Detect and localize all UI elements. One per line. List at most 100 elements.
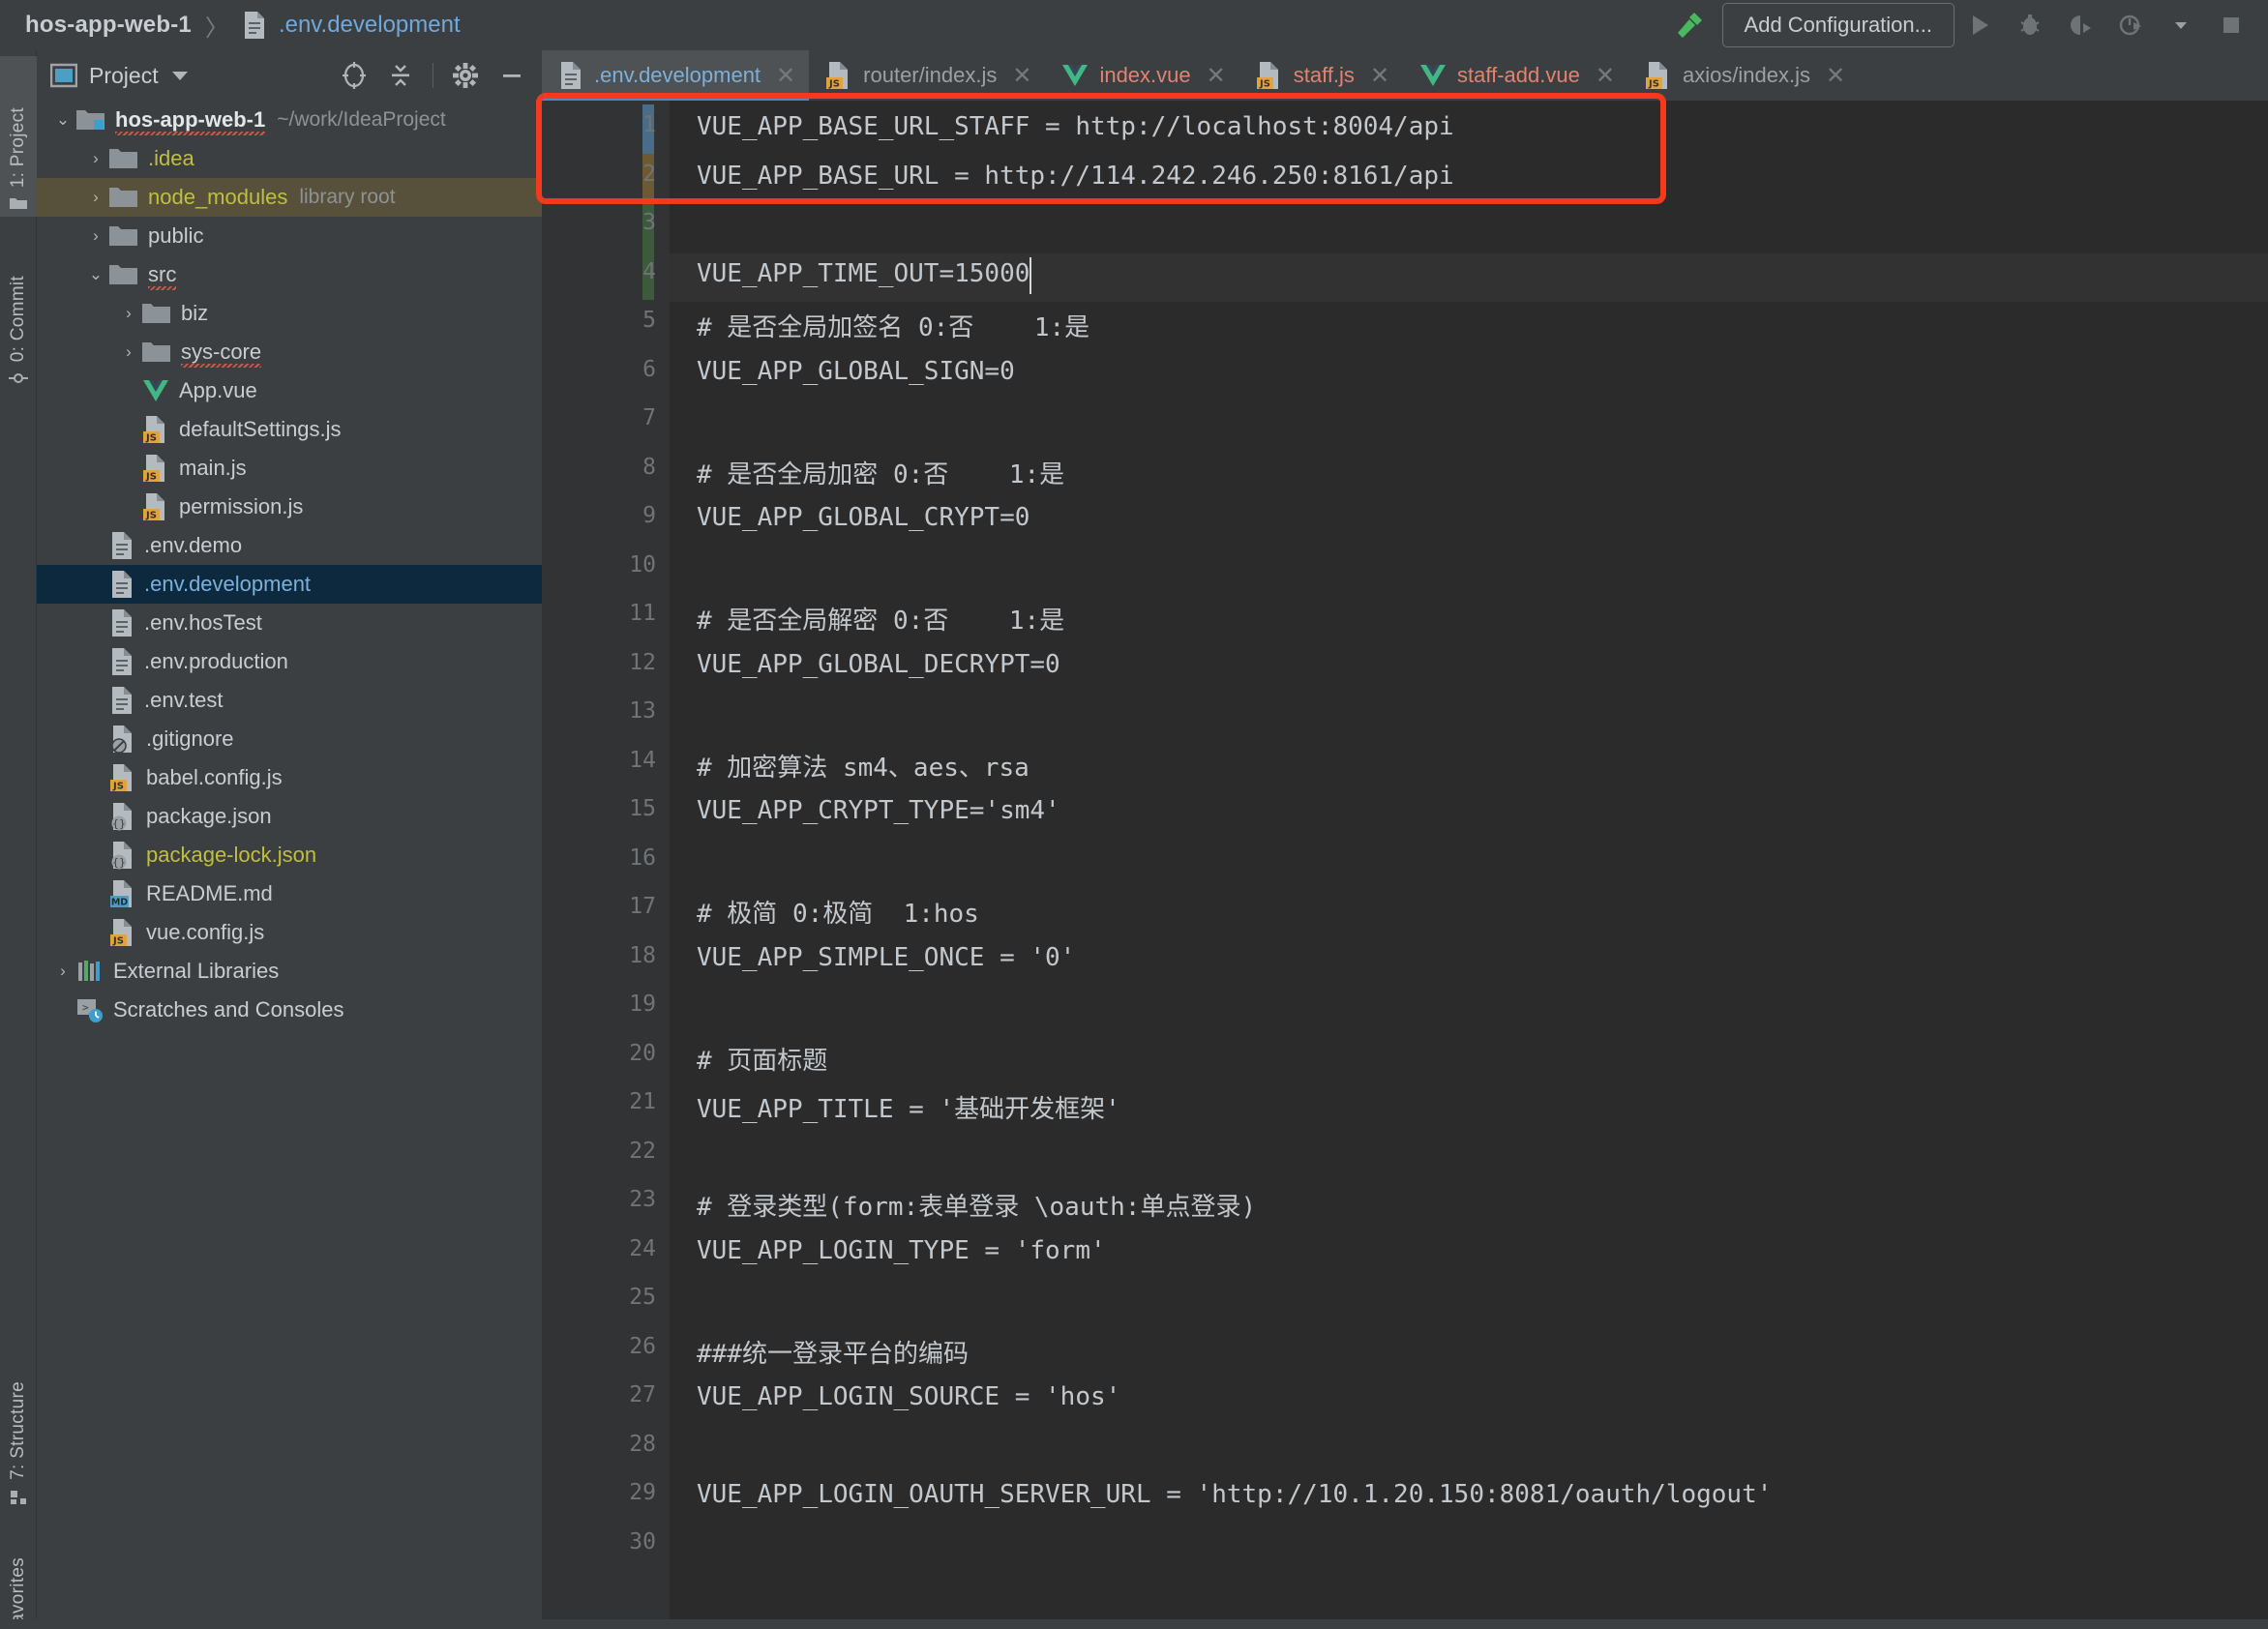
code-line: # 是否全局加签名 0:否 1:是	[697, 313, 1090, 342]
code-line: VUE_APP_SIMPLE_ONCE = '0'	[697, 942, 1076, 972]
debug-icon[interactable]	[2005, 3, 2055, 47]
collapse-all-icon[interactable]	[380, 55, 421, 96]
line-number: 25	[629, 1285, 656, 1310]
tab-index-vue[interactable]: index.vue ✕	[1045, 50, 1238, 101]
hide-icon[interactable]	[492, 55, 532, 96]
close-icon[interactable]: ✕	[1207, 62, 1226, 90]
tree-item-src[interactable]: ⌄ src	[37, 255, 542, 294]
close-icon[interactable]: ✕	[1596, 62, 1615, 90]
idea-window: hos-app-web-1 〉 .env.development Add Con…	[0, 0, 2268, 1629]
status-bar	[0, 1619, 2268, 1629]
line-number: 9	[642, 503, 656, 528]
sidebar-item-favorites[interactable]: 2: Favorites	[0, 1521, 37, 1629]
tree-item-env-production[interactable]: .env.production	[37, 642, 542, 681]
sidebar-item-commit[interactable]: 0: Commit	[0, 228, 37, 393]
tab-axios-index-js[interactable]: JS axios/index.js ✕	[1628, 50, 1859, 101]
line-number: 21	[629, 1089, 656, 1114]
line-number: 5	[642, 308, 656, 333]
run-icon[interactable]	[1955, 3, 2005, 47]
tab-label: .env.development	[594, 63, 761, 87]
tree-item-vue-config-js[interactable]: JS vue.config.js	[37, 913, 542, 952]
tree-item-env-development[interactable]: .env.development	[37, 565, 542, 604]
profiler-icon[interactable]	[2105, 3, 2156, 47]
file-icon	[108, 647, 135, 676]
tree-item-env-demo[interactable]: .env.demo	[37, 526, 542, 565]
tree-item-permission-js[interactable]: JS permission.js	[37, 488, 542, 526]
chevron-down-icon[interactable]	[2156, 3, 2206, 47]
chevron-right-icon[interactable]: ›	[83, 226, 108, 246]
vue-icon	[141, 377, 170, 404]
line-number: 18	[629, 942, 656, 968]
sidebar-item-favorites-label: 2: Favorites	[8, 1557, 28, 1629]
tree-item-main-js[interactable]: JS main.js	[37, 449, 542, 488]
close-icon[interactable]: ✕	[1012, 62, 1031, 90]
tree-item-node-modules[interactable]: › node_modules library root	[37, 178, 542, 217]
add-configuration-button[interactable]: Add Configuration...	[1721, 3, 1955, 47]
tree-item-label: .idea	[148, 146, 194, 170]
tree-item-babel-config-js[interactable]: JS babel.config.js	[37, 758, 542, 797]
breadcrumb-project[interactable]: hos-app-web-1	[25, 12, 192, 39]
stop-icon[interactable]	[2206, 3, 2256, 47]
chevron-right-icon[interactable]: ›	[116, 342, 141, 362]
tab-router-index-js[interactable]: JS router/index.js ✕	[809, 50, 1045, 101]
chevron-down-icon[interactable]: ⌄	[50, 110, 75, 130]
line-number: 26	[629, 1333, 656, 1359]
project-file-tree[interactable]: ⌄ hos-app-web-1 ~/work/IdeaProject › .idea › n…	[37, 101, 542, 1629]
code-text-area[interactable]: VUE_APP_BASE_URL_STAFF = http://localhos…	[670, 101, 2268, 1629]
editor-tab-bar[interactable]: .env.development ✕ JS router/index.js ✕ index…	[542, 50, 2268, 101]
tab-staff-js[interactable]: JS staff.js ✕	[1239, 50, 1403, 101]
code-editor[interactable]: 1 2 3 4 5 6 7 8 9 10 11 12 13 14 15 16 17 18 19 20 21 22 23 24 2…	[536, 93, 2268, 1629]
tree-item-gitignore[interactable]: .gitignore	[37, 720, 542, 758]
chevron-right-icon[interactable]: ›	[83, 149, 108, 168]
file-icon	[557, 61, 584, 90]
sidebar-item-structure[interactable]: 7: Structure	[0, 1329, 37, 1513]
hammer-icon[interactable]	[1670, 6, 1709, 44]
tree-item-env-hostest[interactable]: .env.hosTest	[37, 604, 542, 642]
breadcrumb-file[interactable]: .env.development	[279, 12, 461, 39]
close-icon[interactable]: ✕	[1370, 62, 1389, 90]
chevron-right-icon[interactable]: ›	[116, 304, 141, 323]
chevron-down-icon[interactable]: ⌄	[83, 265, 108, 284]
code-line: VUE_APP_BASE_URL = http://114.242.246.25…	[697, 161, 1454, 191]
tree-item-hos-app-web-1[interactable]: ⌄ hos-app-web-1 ~/work/IdeaProject	[37, 101, 542, 139]
code-line: VUE_APP_GLOBAL_DECRYPT=0	[697, 649, 1060, 679]
svg-text:JS: JS	[112, 936, 124, 947]
select-opened-file-icon[interactable]	[334, 55, 374, 96]
svg-text:{}: {}	[112, 817, 126, 830]
tree-item-package-lock-json[interactable]: {} package-lock.json	[37, 836, 542, 874]
code-line: VUE_APP_TITLE = '基础开发框架'	[697, 1095, 1120, 1124]
tree-item-package-json[interactable]: {} package.json	[37, 797, 542, 836]
tree-item-external-libraries[interactable]: › External Libraries	[37, 952, 542, 991]
close-icon[interactable]: ✕	[776, 62, 795, 90]
structure-icon	[9, 1488, 28, 1513]
tab-staff-add-vue[interactable]: staff-add.vue ✕	[1403, 50, 1628, 101]
tree-item-env-test[interactable]: .env.test	[37, 681, 542, 720]
file-icon	[108, 570, 135, 599]
close-icon[interactable]: ✕	[1826, 62, 1845, 90]
tab-env-development[interactable]: .env.development ✕	[542, 50, 810, 101]
sidebar-item-project[interactable]: 1: Project	[0, 56, 37, 217]
code-line: VUE_APP_LOGIN_OAUTH_SERVER_URL = 'http:/…	[697, 1480, 1773, 1509]
code-line: # 页面标题	[697, 1046, 828, 1076]
chevron-right-icon[interactable]: ›	[50, 962, 75, 981]
md-icon: MD	[108, 879, 137, 908]
project-panel-toolbar	[334, 55, 532, 96]
tree-item-scratches-and-consoles[interactable]: >_ Scratches and Consoles	[37, 991, 542, 1029]
tree-item-idea[interactable]: › .idea	[37, 139, 542, 178]
chevron-down-icon[interactable]	[171, 71, 188, 80]
tree-item-sys-core[interactable]: › sys-core	[37, 333, 542, 371]
tree-item-biz[interactable]: › biz	[37, 294, 542, 333]
run-with-coverage-icon[interactable]	[2055, 3, 2105, 47]
line-number: 2	[642, 161, 656, 187]
editor-gutter[interactable]: 1 2 3 4 5 6 7 8 9 10 11 12 13 14 15 16 17 18 19 20 21 22 23 24 2…	[542, 101, 670, 1629]
gear-icon[interactable]	[445, 55, 486, 96]
svg-text:JS: JS	[145, 511, 157, 521]
tree-item-defaultsettings-js[interactable]: JS defaultSettings.js	[37, 410, 542, 449]
chevron-right-icon[interactable]: ›	[83, 188, 108, 207]
tree-item-public[interactable]: › public	[37, 217, 542, 255]
tree-item-app-vue[interactable]: App.vue	[37, 371, 542, 410]
tree-item-readme-md[interactable]: MD README.md	[37, 874, 542, 913]
